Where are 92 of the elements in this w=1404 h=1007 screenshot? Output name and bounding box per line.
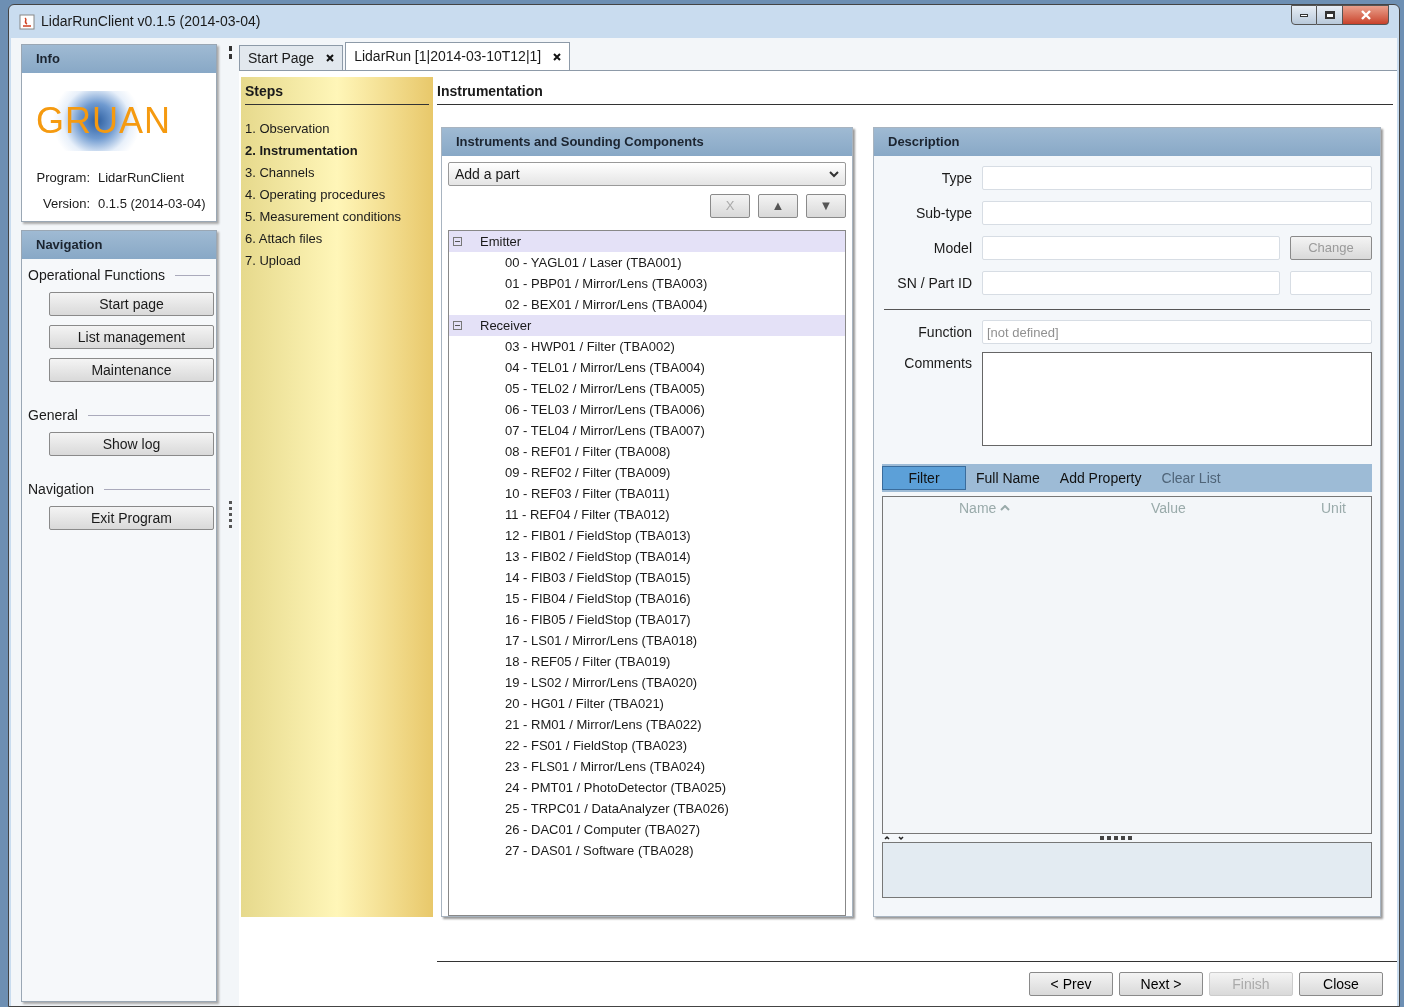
panel-header: Instruments and Sounding Components	[442, 128, 852, 156]
tree-item[interactable]: 17 - LS01 / Mirror/Lens (TBA018)	[505, 630, 698, 651]
tree-item[interactable]: 18 - REF05 / Filter (TBA019)	[505, 651, 671, 672]
close-icon[interactable]	[1343, 5, 1389, 25]
tree-group[interactable]: Receiver	[480, 315, 532, 336]
tree-item[interactable]: 24 - PMT01 / PhotoDetector (TBA025)	[505, 777, 727, 798]
panel-header: Navigation	[22, 231, 216, 259]
tree-item[interactable]: 04 - TEL01 / Mirror/Lens (TBA004)	[505, 357, 705, 378]
tree-item[interactable]: 10 - REF03 / Filter (TBA011)	[505, 483, 670, 504]
tree-item[interactable]: 20 - HG01 / Filter (TBA021)	[505, 693, 664, 714]
tree-item[interactable]: 06 - TEL03 / Mirror/Lens (TBA006)	[505, 399, 705, 420]
nav-button[interactable]: Maintenance	[49, 358, 214, 382]
wizard-button[interactable]: Close	[1299, 972, 1383, 996]
tree-item[interactable]: 09 - REF02 / Filter (TBA009)	[505, 462, 671, 483]
expand-arrows-icon[interactable]	[884, 835, 904, 841]
panel-header: Description	[874, 128, 1380, 156]
comments-field[interactable]	[982, 352, 1372, 446]
info-label: Version:	[42, 194, 90, 213]
splitter-grip-icon[interactable]	[228, 501, 232, 528]
tree-item[interactable]: 25 - TRPC01 / DataAnalyzer (TBA026)	[505, 798, 729, 819]
tree-item[interactable]: 01 - PBP01 / Mirror/Lens (TBA003)	[505, 273, 708, 294]
field-label: Function	[917, 322, 972, 342]
info-label: Program:	[35, 169, 90, 187]
step-item: 5. Measurement conditions	[245, 208, 403, 225]
tree-item[interactable]: 21 - RM01 / Mirror/Lens (TBA022)	[505, 714, 702, 735]
tree-item[interactable]: 08 - REF01 / Filter (TBA008)	[505, 441, 671, 462]
text-field[interactable]	[982, 166, 1372, 190]
text-field[interactable]: [not defined]	[982, 320, 1372, 344]
sort-up-icon	[1000, 505, 1011, 511]
app-icon	[19, 13, 35, 30]
window-title: LidarRunClient v0.1.5 (2014-03-04)	[41, 12, 261, 31]
tree-item[interactable]: 13 - FIB02 / FieldStop (TBA014)	[505, 546, 691, 567]
nav-button[interactable]: Show log	[49, 432, 214, 456]
group-label: General	[28, 406, 78, 425]
page-title: Instrumentation	[437, 81, 1393, 105]
text-field[interactable]	[982, 236, 1280, 260]
text-field[interactable]	[982, 271, 1280, 295]
field-label: Type	[940, 168, 972, 188]
panel-title: Steps	[245, 81, 429, 105]
tree-item[interactable]: 12 - FIB01 / FieldStop (TBA013)	[505, 525, 691, 546]
info-value: LidarRunClient	[98, 169, 184, 187]
tree-item[interactable]: 26 - DAC01 / Computer (TBA027)	[505, 819, 701, 840]
tree-item[interactable]: 16 - FIB05 / FieldStop (TBA017)	[505, 609, 691, 630]
field-label: Model	[932, 238, 972, 258]
close-icon[interactable]	[326, 54, 335, 62]
info-value: 0.1.5 (2014-03-04)	[98, 194, 206, 213]
toolbar-button[interactable]: ▲	[758, 194, 798, 218]
chevron-down-icon	[829, 170, 839, 178]
tree-item[interactable]: 27 - DAS01 / Software (TBA028)	[505, 840, 694, 861]
panel-header: Info	[22, 45, 216, 73]
property-tab[interactable]: Add Property	[1049, 466, 1152, 490]
group-label: Navigation	[28, 480, 95, 499]
step-item: 7. Upload	[245, 252, 302, 269]
nav-button[interactable]: List management	[49, 325, 214, 349]
field-label: Sub-type	[914, 203, 972, 223]
tree-item[interactable]: 14 - FIB03 / FieldStop (TBA015)	[505, 567, 691, 588]
step-item: 2. Instrumentation	[245, 142, 359, 159]
step-item: 6. Attach files	[245, 230, 324, 247]
tree-item[interactable]: 19 - LS02 / Mirror/Lens (TBA020)	[505, 672, 698, 693]
nav-button[interactable]: Exit Program	[49, 506, 214, 530]
field-label: SN / Part ID	[896, 273, 972, 293]
tree-item[interactable]: 07 - TEL04 / Mirror/Lens (TBA007)	[505, 420, 705, 441]
field-label: Comments	[903, 354, 972, 373]
tree-item[interactable]: 11 - REF04 / Filter (TBA012)	[505, 504, 670, 525]
tree-item[interactable]: 02 - BEX01 / Mirror/Lens (TBA004)	[505, 294, 708, 315]
collapse-icon[interactable]	[453, 237, 462, 246]
step-item: 3. Channels	[245, 164, 316, 181]
step-item: 4. Operating procedures	[245, 186, 387, 203]
step-item: 1. Observation	[245, 120, 331, 137]
wizard-button[interactable]: Next >	[1119, 972, 1203, 996]
group-label: Operational Functions	[28, 266, 165, 285]
collapse-icon[interactable]	[453, 321, 462, 330]
tree-item[interactable]: 15 - FIB04 / FieldStop (TBA016)	[505, 588, 691, 609]
minimize-button[interactable]	[1291, 5, 1317, 25]
text-field[interactable]	[982, 201, 1372, 225]
tree-item[interactable]: 22 - FS01 / FieldStop (TBA023)	[505, 735, 688, 756]
toolbar-button[interactable]: ▼	[806, 194, 846, 218]
tree-group[interactable]: Emitter	[480, 231, 522, 252]
nav-button[interactable]: Start page	[49, 292, 214, 316]
tree-item[interactable]: 05 - TEL02 / Mirror/Lens (TBA005)	[505, 378, 705, 399]
tree-item[interactable]: 00 - YAGL01 / Laser (TBA001)	[505, 252, 682, 273]
text-field[interactable]	[1290, 271, 1372, 295]
tree-item[interactable]: 23 - FLS01 / Mirror/Lens (TBA024)	[505, 756, 706, 777]
tab[interactable]: Start Page	[239, 45, 344, 70]
tab[interactable]: LidarRun [1|2014-03-10T12|1]	[345, 42, 571, 70]
wizard-button[interactable]: < Prev	[1029, 972, 1113, 996]
close-icon[interactable]	[553, 52, 562, 61]
add-part-dropdown[interactable]: Add a part	[448, 162, 846, 186]
property-tab[interactable]: Full Name	[966, 466, 1050, 490]
maximize-button[interactable]	[1317, 5, 1343, 25]
property-tab[interactable]: Filter	[882, 466, 966, 490]
tree-item[interactable]: 03 - HWP01 / Filter (TBA002)	[505, 336, 675, 357]
